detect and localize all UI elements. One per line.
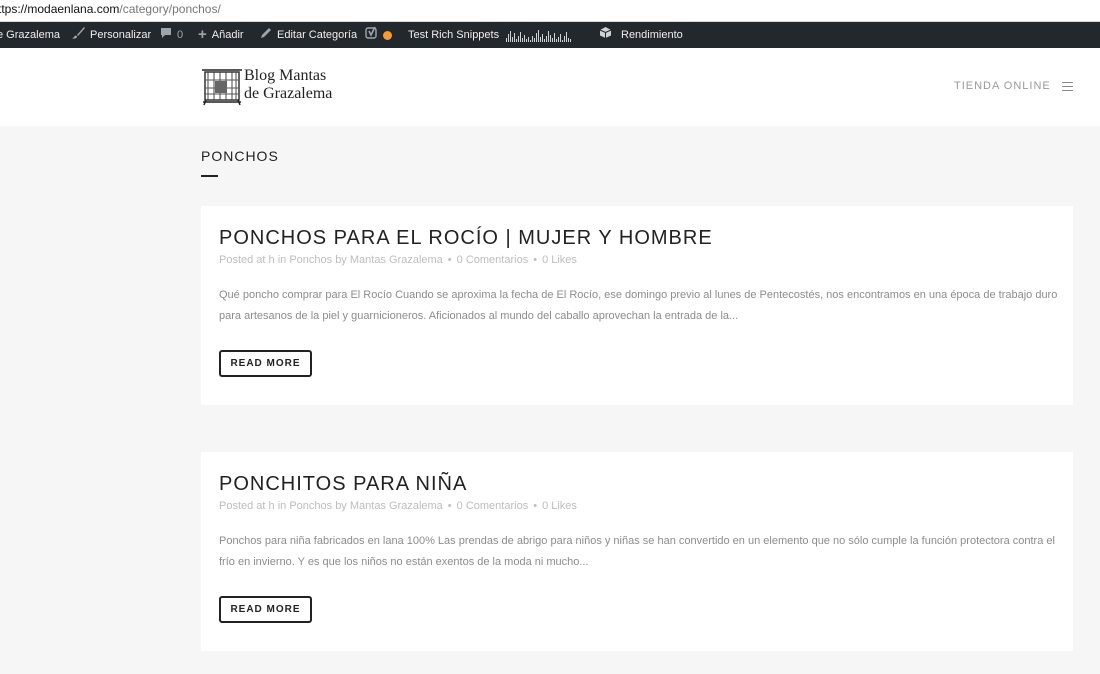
- site-header: Blog Mantas de Grazalema TIENDA ONLINE: [0, 48, 1100, 126]
- admin-rich-snippets-button[interactable]: Test Rich Snippets: [408, 22, 499, 48]
- admin-add-new-label: Añadir: [211, 29, 244, 41]
- admin-site-name-label: e Grazalema: [0, 29, 60, 41]
- admin-add-new-button[interactable]: + Añadir: [198, 22, 244, 48]
- admin-traffic-sparkline[interactable]: [506, 22, 571, 48]
- post-likes-link[interactable]: 0 Likes: [542, 254, 577, 266]
- post-title[interactable]: PONCHOS PARA EL ROCÍO | MUJER Y HOMBRE: [219, 227, 713, 250]
- admin-site-name[interactable]: e Grazalema: [0, 22, 60, 48]
- paintbrush-icon: [72, 22, 85, 48]
- menu-hamburger-icon[interactable]: [1062, 82, 1073, 91]
- admin-performance-label: Rendimiento: [621, 29, 683, 41]
- post-meta-posted[interactable]: Posted at h in Ponchos by Mantas Grazale…: [219, 500, 443, 512]
- post-comments-link[interactable]: 0 Comentarios: [457, 254, 529, 266]
- admin-comments-count: 0: [177, 29, 184, 41]
- post-meta-posted[interactable]: Posted at h in Ponchos by Mantas Grazale…: [219, 254, 443, 266]
- post-excerpt: Qué poncho comprar para El Rocío Cuando …: [219, 289, 1058, 322]
- post-title[interactable]: PONCHITOS PARA NIÑA: [219, 473, 467, 496]
- plus-icon: +: [198, 26, 207, 43]
- post-card: PONCHITOS PARA NIÑA Posted at h in Ponch…: [201, 452, 1073, 651]
- post-likes-link[interactable]: 0 Likes: [542, 500, 577, 512]
- seo-status-dot: [383, 30, 392, 40]
- logo-text-line1: Blog Mantas: [244, 67, 327, 84]
- category-title: PONCHOS: [201, 148, 279, 164]
- post-comments-link[interactable]: 0 Comentarios: [457, 500, 529, 512]
- admin-edit-category-button[interactable]: Editar Categoría: [260, 22, 357, 48]
- site-logo[interactable]: Blog Mantas de Grazalema: [202, 64, 342, 108]
- category-title-underline: [201, 175, 218, 177]
- admin-performance-button[interactable]: Rendimiento: [599, 22, 683, 48]
- post-meta: Posted at h in Ponchos by Mantas Grazale…: [219, 254, 577, 266]
- admin-edit-category-label: Editar Categoría: [277, 29, 358, 41]
- browser-address-bar[interactable]: ttps://modaenlana.com/category/ponchos/: [0, 0, 1100, 22]
- yoast-seo-icon: [365, 22, 378, 48]
- admin-comments-button[interactable]: 0: [160, 22, 183, 48]
- pencil-icon: [260, 22, 272, 48]
- traffic-sparkline-icon: [506, 28, 571, 42]
- url-host: ttps://modaenlana.com: [0, 2, 120, 16]
- admin-customize-label: Personalizar: [90, 29, 152, 41]
- read-more-button[interactable]: READ MORE: [219, 596, 312, 623]
- admin-yoast-button[interactable]: [365, 22, 392, 48]
- admin-rich-snippets-label: Test Rich Snippets: [408, 29, 500, 41]
- address-url: ttps://modaenlana.com/category/ponchos/: [0, 2, 221, 16]
- comment-icon: [160, 22, 172, 48]
- admin-customize-button[interactable]: Personalizar: [72, 22, 151, 48]
- post-meta: Posted at h in Ponchos by Mantas Grazale…: [219, 500, 577, 512]
- post-card: PONCHOS PARA EL ROCÍO | MUJER Y HOMBRE P…: [201, 206, 1073, 405]
- post-excerpt: Ponchos para niña fabricados en lana 100…: [219, 535, 1055, 568]
- read-more-button[interactable]: READ MORE: [219, 350, 312, 377]
- nav-tienda-online[interactable]: TIENDA ONLINE: [954, 80, 1051, 92]
- loom-illustration-icon: [202, 66, 242, 106]
- logo-text-line2: de Grazalema: [244, 85, 333, 102]
- wp-admin-bar: e Grazalema Personalizar 0 + Añadir Edit…: [0, 22, 1100, 48]
- url-path: /category/ponchos/: [119, 2, 221, 16]
- cube-icon: [599, 22, 612, 48]
- site-logo-text: Blog Mantas de Grazalema: [244, 67, 332, 103]
